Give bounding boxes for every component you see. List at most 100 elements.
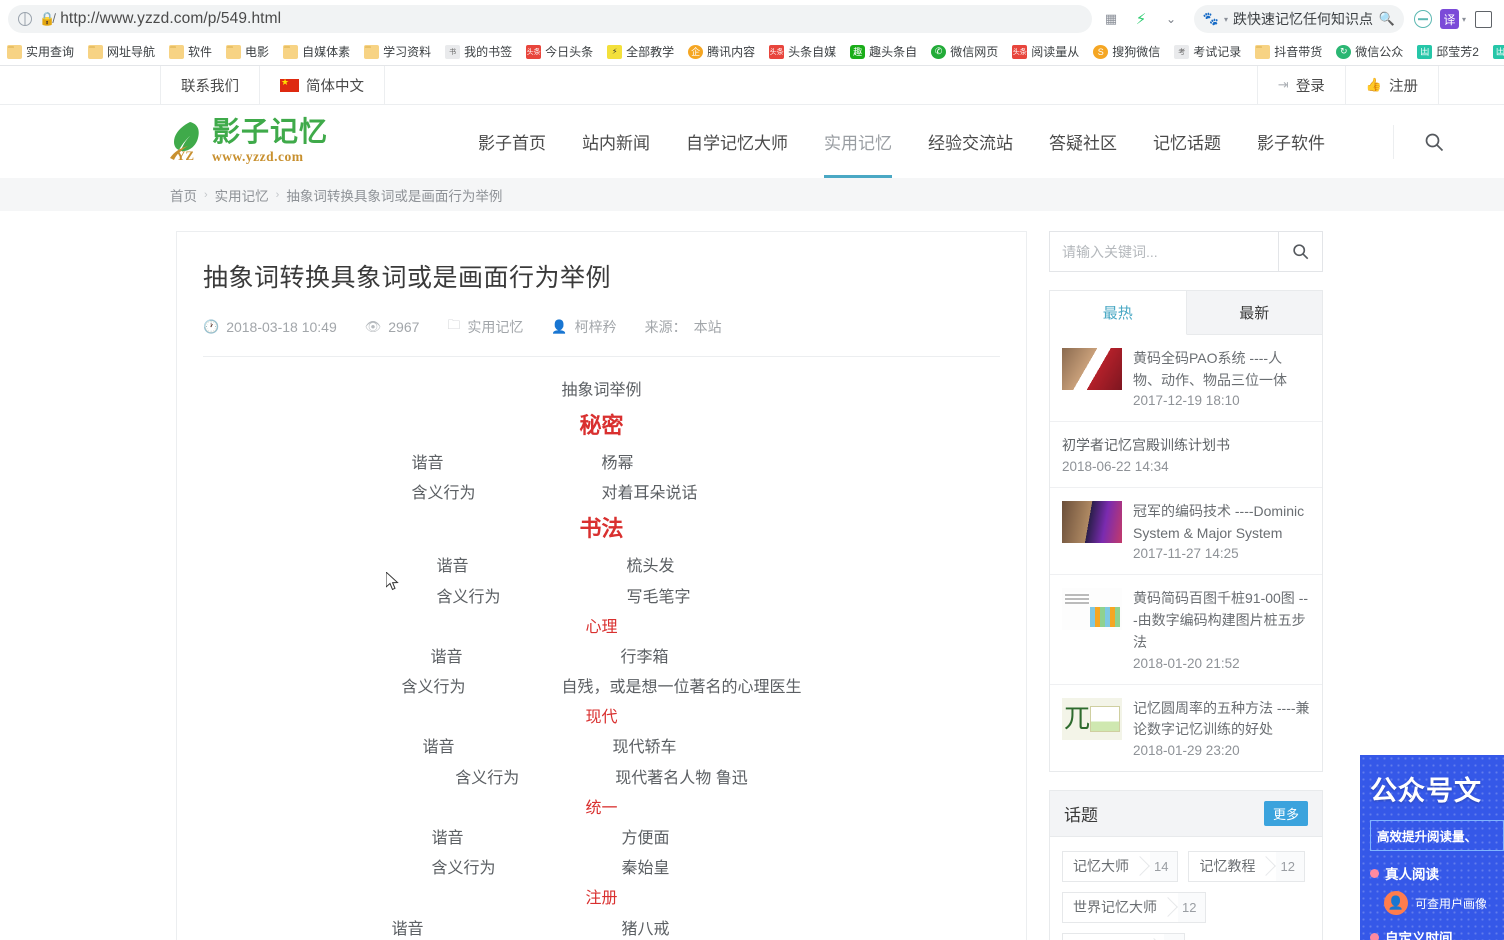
- tag-count: 7: [1164, 933, 1185, 940]
- ad-popup[interactable]: 公众号文 高效提升阅读量、 真人阅读 👤 可查用户画像 自定义时间: [1360, 755, 1504, 940]
- language-switch[interactable]: 简体中文: [260, 66, 385, 104]
- lock-crossed-icon[interactable]: 🔒̸: [39, 11, 54, 27]
- more-button[interactable]: 更多: [1263, 800, 1308, 826]
- article-thumbnail: [1062, 697, 1122, 740]
- site-logo[interactable]: YZ 影子记忆 www.yzzd.com: [168, 119, 328, 164]
- bookmark-item[interactable]: ↻ 微信公众: [1329, 40, 1410, 64]
- list-item[interactable]: 黄码全码PAO系统 ----人物、动作、物品三位一体 2017-12-19 18…: [1050, 335, 1322, 423]
- nav-item-self-study[interactable]: 自学记忆大师: [668, 105, 806, 178]
- header-search-icon[interactable]: [1393, 124, 1444, 159]
- chevron-down-icon[interactable]: ▾: [1462, 15, 1466, 24]
- contact-us-link[interactable]: 联系我们: [160, 66, 260, 104]
- bookmark-item[interactable]: 电影: [219, 40, 276, 64]
- row-value: 写毛笔字: [626, 588, 691, 606]
- bookmark-item[interactable]: 企腾讯内容: [681, 40, 762, 64]
- chevron-down-icon[interactable]: ▾: [1224, 15, 1228, 24]
- search-submit-button[interactable]: [1278, 232, 1322, 271]
- list-item[interactable]: 黄码简码百图千桩91-00图 ---由数字编码构建图片桩五步法 2018-01-…: [1050, 575, 1322, 685]
- abstract-word: 心理: [585, 618, 618, 636]
- bolt-icon[interactable]: ⚡: [1128, 6, 1154, 32]
- bookmark-item[interactable]: 凷浪漫情: [1486, 40, 1504, 64]
- topic-tag[interactable]: 记忆教程 12: [1188, 850, 1305, 882]
- list-item-title: 初学者记忆宫殿训练计划书: [1062, 437, 1230, 454]
- calendar-icon: 凷: [1492, 44, 1504, 59]
- row-value: 方便面: [621, 830, 670, 848]
- nav-item-experience[interactable]: 经验交流站: [910, 105, 1031, 178]
- breadcrumb-separator-icon: ›: [275, 188, 280, 201]
- bookmark-item[interactable]: 考考试记录: [1167, 40, 1248, 64]
- list-item[interactable]: 初学者记忆宫殿训练计划书 2018-06-22 14:34: [1050, 422, 1322, 489]
- bookmark-item[interactable]: 书我的书签: [438, 40, 519, 64]
- bookmark-item[interactable]: 实用查询: [0, 40, 81, 64]
- folder-icon: [88, 44, 104, 59]
- nav-item-practical-memory[interactable]: 实用记忆: [806, 105, 910, 178]
- bookmark-item[interactable]: 软件: [162, 40, 219, 64]
- search-input[interactable]: [1050, 232, 1278, 271]
- address-bar[interactable]: 🔒̸ http://www.yzzd.com/p/549.html: [8, 5, 1092, 33]
- bookmark-item[interactable]: 自媒体素: [276, 40, 357, 64]
- bookmark-item[interactable]: 学习资料: [357, 40, 438, 64]
- bookmark-item[interactable]: 头条 阅读量从: [1005, 40, 1086, 64]
- tag-count: 12: [1178, 892, 1206, 922]
- list-item-title: 记忆圆周率的五种方法 ----兼论数字记忆训练的好处: [1133, 699, 1310, 738]
- grid-icon[interactable]: ▦: [1098, 6, 1124, 32]
- square-icon[interactable]: [1470, 6, 1496, 32]
- bookmark-item[interactable]: S 搜狗微信: [1086, 40, 1167, 64]
- clock-icon: 🕐: [203, 319, 220, 334]
- utility-spacer: [1439, 66, 1504, 104]
- nav-item-news[interactable]: 站内新闻: [564, 105, 668, 178]
- bookmark-item[interactable]: 凷邱莹芳2: [1410, 40, 1486, 64]
- topic-tag[interactable]: 记忆大师 14: [1062, 850, 1179, 882]
- list-item[interactable]: 冠军的编码技术 ----Dominic System & Major Syste…: [1050, 488, 1322, 576]
- row-label: 含义行为: [431, 860, 496, 878]
- folder-icon: [364, 44, 380, 59]
- tab-newest[interactable]: 最新: [1186, 291, 1322, 335]
- page-title: 抽象词转换具象词或是画面行为举例: [203, 264, 612, 292]
- meta-category[interactable]: 🗀 实用记忆: [447, 316, 523, 338]
- row-value: 现代轿车: [612, 739, 677, 757]
- search-icon: [1425, 133, 1444, 151]
- list-item-date: 2018-01-29 23:20: [1133, 742, 1240, 758]
- breadcrumb-category[interactable]: 实用记忆: [215, 185, 269, 205]
- translate-button[interactable]: 译 ▾: [1440, 6, 1466, 32]
- ad-bullet-label: 真人阅读: [1385, 867, 1439, 882]
- register-button[interactable]: 👍 注册: [1346, 66, 1439, 104]
- topic-tag[interactable]: 三位数编码 7: [1062, 932, 1186, 940]
- bookmark-item[interactable]: ✆ 微信网页: [924, 40, 1005, 64]
- entry-row: 谐音 梳头发: [203, 555, 1000, 578]
- row-label: 谐音: [431, 830, 464, 848]
- tab-hottest[interactable]: 最热: [1050, 291, 1187, 335]
- toolbar-search-box[interactable]: 🐾 ▾ 跌快速记忆任何知识点 🔍: [1194, 5, 1404, 33]
- tag-name: 记忆教程: [1199, 858, 1256, 875]
- ad-subtitle: 高效提升阅读量、: [1370, 820, 1504, 851]
- nav-item-qa-community[interactable]: 答疑社区: [1031, 105, 1135, 178]
- nav-item-home[interactable]: 影子首页: [460, 105, 564, 178]
- breadcrumb-home[interactable]: 首页: [170, 185, 197, 205]
- nav-item-software[interactable]: 影子软件: [1239, 105, 1343, 178]
- toolbar-search-text: 跌快速记忆任何知识点: [1233, 11, 1374, 27]
- row-value: 杨幂: [601, 455, 634, 473]
- bookmark-label: 电影: [245, 45, 270, 59]
- tag-name: 记忆大师: [1073, 858, 1129, 875]
- chevron-down-icon[interactable]: ⌄: [1158, 6, 1184, 32]
- minus-circle-icon[interactable]: [1410, 6, 1436, 32]
- bookmark-item[interactable]: 趣趣头条自: [843, 40, 924, 64]
- svg-text:YZ: YZ: [176, 148, 194, 163]
- search-icon[interactable]: 🔍: [1379, 11, 1395, 27]
- bookmark-item[interactable]: 头条 头条自媒: [762, 40, 843, 64]
- language-label: 简体中文: [306, 78, 364, 95]
- bookmark-item[interactable]: ⚡ 全部教学: [600, 40, 681, 64]
- chevron-right-icon: [1265, 852, 1276, 881]
- bookmarks-bar: 实用查询 网址导航 软件 电影 自媒体素 学习资料 书我的书签 头条 今日头条 ⚡…: [0, 38, 1504, 66]
- topic-tag[interactable]: 世界记忆大师 12: [1062, 891, 1207, 923]
- bookmark-item[interactable]: 头条 今日头条: [519, 40, 600, 64]
- bookmark-item[interactable]: 抖音带货: [1248, 40, 1329, 64]
- entry-row: 含义行为 现代著名人物 鲁迅: [203, 767, 1000, 790]
- source-label: 来源：: [644, 319, 687, 335]
- list-item[interactable]: 记忆圆周率的五种方法 ----兼论数字记忆训练的好处 2018-01-29 23…: [1050, 685, 1322, 771]
- login-button[interactable]: ⇥ 登录: [1256, 66, 1346, 104]
- nav-item-topics[interactable]: 记忆话题: [1135, 105, 1239, 178]
- row-value: 现代著名人物 鲁迅: [615, 769, 748, 787]
- bookmark-item[interactable]: 网址导航: [81, 40, 162, 64]
- chevron-right-icon: [1139, 852, 1150, 881]
